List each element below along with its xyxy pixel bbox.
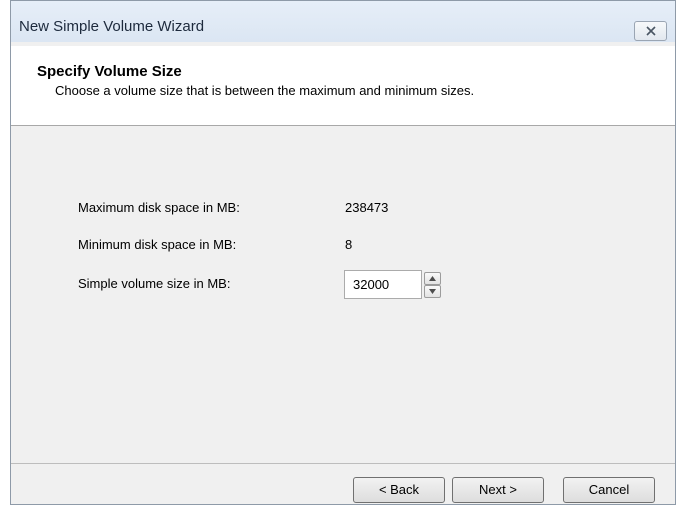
- cancel-button[interactable]: Cancel: [563, 477, 655, 503]
- page-subtitle: Choose a volume size that is between the…: [55, 83, 475, 98]
- close-x-icon: [646, 26, 656, 36]
- min-disk-space-value: 8: [345, 237, 353, 252]
- window-title: New Simple Volume Wizard: [19, 18, 205, 35]
- max-disk-space-value: 238473: [345, 200, 389, 215]
- wizard-header: Specify Volume Size Choose a volume size…: [11, 46, 675, 126]
- title-bar: New Simple Volume Wizard: [11, 1, 675, 42]
- back-button[interactable]: < Back: [353, 477, 445, 503]
- volume-size-label: Simple volume size in MB:: [78, 276, 231, 291]
- footer-divider: [11, 463, 675, 464]
- spin-up-button[interactable]: [424, 272, 441, 285]
- close-button[interactable]: [634, 21, 667, 41]
- triangle-down-icon: [429, 289, 436, 294]
- page-title: Specify Volume Size: [37, 63, 182, 80]
- wizard-window: New Simple Volume Wizard Specify Volume …: [10, 0, 676, 505]
- volume-size-input[interactable]: [344, 270, 422, 299]
- min-disk-space-label: Minimum disk space in MB:: [78, 237, 237, 252]
- triangle-up-icon: [429, 276, 436, 281]
- spin-down-button[interactable]: [424, 285, 441, 298]
- max-disk-space-label: Maximum disk space in MB:: [78, 200, 240, 215]
- volume-size-stepper: [344, 270, 444, 299]
- next-button[interactable]: Next >: [452, 477, 544, 503]
